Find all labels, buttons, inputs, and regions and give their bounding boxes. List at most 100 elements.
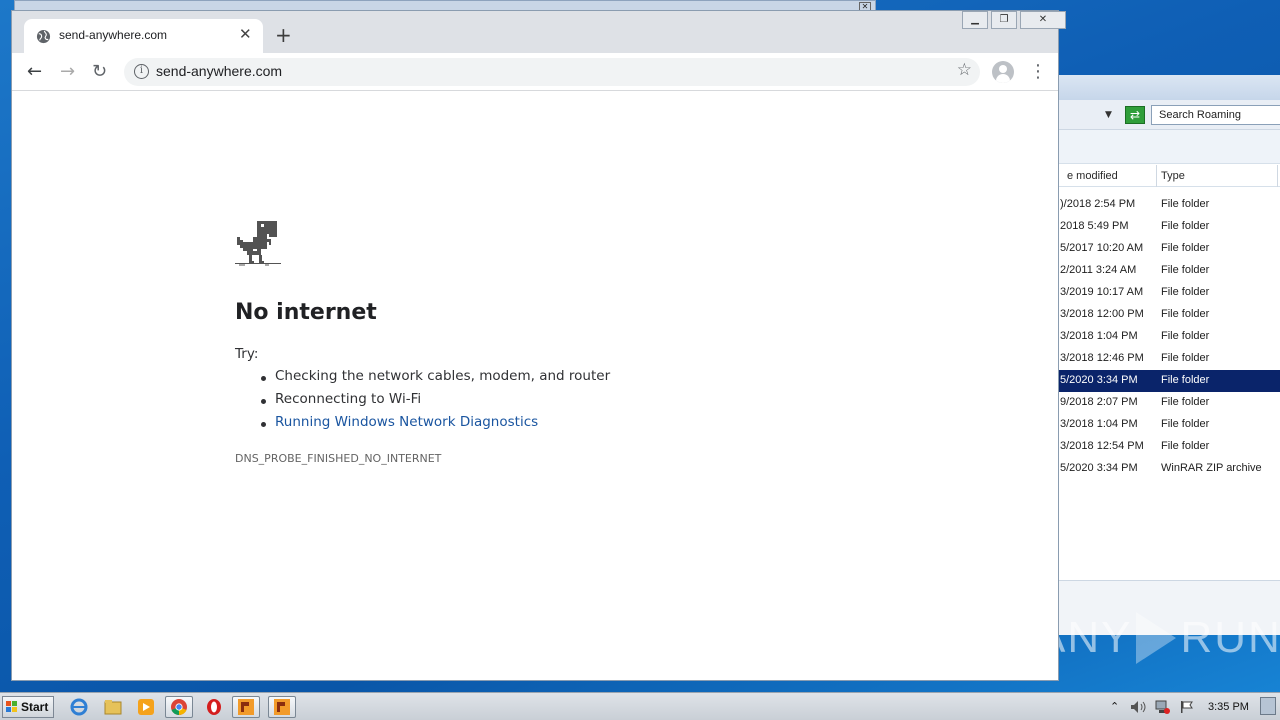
row-date-modified: 5/2017 10:20 AM (1060, 242, 1144, 254)
table-row[interactable]: 5/2020 3:34 PM WinRAR ZIP archive (1041, 458, 1280, 480)
row-type: File folder (1161, 374, 1210, 386)
watermark-right-text: RUN (1180, 613, 1280, 662)
globe-icon (36, 29, 51, 44)
forward-button[interactable]: → (60, 61, 75, 82)
explorer-column-headers: e modified Type (1041, 165, 1280, 187)
site-info-icon[interactable]: i (134, 64, 149, 79)
explorer-toolbar (1041, 130, 1280, 164)
row-type: File folder (1161, 396, 1210, 408)
table-row[interactable]: 2/2011 3:24 AM File folder (1041, 260, 1280, 282)
table-row[interactable]: 5/2020 3:34 PM File folder (1041, 370, 1280, 392)
row-date-modified: 5/2020 3:34 PM (1060, 374, 1138, 386)
row-type: File folder (1161, 220, 1210, 232)
reload-button[interactable]: ↻ (92, 61, 107, 82)
column-divider[interactable] (1156, 165, 1157, 187)
row-type: File folder (1161, 330, 1210, 342)
column-date-modified[interactable]: e modified (1067, 170, 1157, 182)
chrome-icon (171, 699, 187, 716)
internet-explorer-taskbar-icon[interactable] (65, 696, 93, 718)
explorer-search-input[interactable]: Search Roaming (1151, 105, 1280, 125)
row-date-modified: 3/2019 10:17 AM (1060, 286, 1144, 298)
row-date-modified: 3/2018 12:00 PM (1060, 308, 1144, 320)
close-window-button[interactable]: ✕ (1020, 11, 1066, 29)
clock[interactable]: 3:35 PM (1208, 701, 1249, 713)
row-type: File folder (1161, 440, 1210, 452)
row-date-modified: 2018 5:49 PM (1060, 220, 1129, 232)
table-row[interactable]: 3/2018 1:04 PM File folder (1041, 326, 1280, 348)
avatar-body (996, 74, 1010, 83)
row-date-modified: 3/2018 12:46 PM (1060, 352, 1144, 364)
table-row[interactable]: 3/2018 1:04 PM File folder (1041, 414, 1280, 436)
show-desktop-button[interactable] (1260, 697, 1276, 715)
media-player-icon (138, 699, 154, 715)
media-player-taskbar-icon[interactable] (132, 696, 160, 718)
avatar-head (999, 65, 1007, 73)
table-row[interactable]: 3/2018 12:54 PM File folder (1041, 436, 1280, 458)
start-button[interactable]: Start (2, 696, 54, 718)
row-type: File folder (1161, 352, 1210, 364)
windows-logo-icon (6, 701, 18, 713)
row-type: File folder (1161, 242, 1210, 254)
table-row[interactable]: 3/2018 12:46 PM File folder (1041, 348, 1280, 370)
back-button[interactable]: ← (27, 61, 42, 82)
browser-toolbar: ← → ↻ i send-anywhere.com ☆ ⋮ (12, 53, 1058, 91)
app-taskbar-icon-1[interactable] (232, 696, 260, 718)
browser-menu-icon[interactable]: ⋮ (1029, 61, 1047, 82)
refresh-icon[interactable]: ⇄ (1125, 106, 1145, 124)
app-icon (238, 699, 254, 715)
suggestion-text: Checking the network cables, modem, and … (275, 368, 611, 384)
address-bar[interactable]: i send-anywhere.com ☆ (124, 58, 980, 86)
new-tab-button[interactable]: + (275, 23, 292, 47)
table-row[interactable]: 3/2019 10:17 AM File folder (1041, 282, 1280, 304)
volume-icon[interactable] (1130, 700, 1146, 717)
explorer-window: ▼ ⇄ Search Roaming e modified Type )/201… (1040, 75, 1280, 635)
tab-title: send-anywhere.com (59, 28, 168, 42)
tab-strip: send-anywhere.com ✕ + ▁ ❐ ✕ (12, 11, 1066, 53)
table-row[interactable]: 9/2018 2:07 PM File folder (1041, 392, 1280, 414)
restore-button[interactable]: ❐ (991, 11, 1017, 29)
row-type: File folder (1161, 286, 1210, 298)
app-taskbar-icon-2[interactable] (268, 696, 296, 718)
suggestion-text: Reconnecting to Wi-Fi (275, 391, 422, 407)
profile-avatar-icon[interactable] (992, 61, 1014, 83)
explorer-file-list: )/2018 2:54 PM File folder 2018 5:49 PM Fil… (1041, 194, 1280, 480)
row-date-modified: 2/2011 3:24 AM (1060, 264, 1137, 276)
column-divider[interactable] (1277, 165, 1278, 187)
row-type: File folder (1161, 308, 1210, 320)
folder-icon (104, 700, 122, 715)
url-text[interactable]: send-anywhere.com (156, 63, 282, 79)
opera-icon (207, 699, 221, 715)
tray-expand-icon[interactable]: ⌃ (1110, 700, 1119, 713)
page-content: No internet Try: Checking the network ca… (12, 92, 1058, 680)
tab-send-anywhere[interactable]: send-anywhere.com ✕ (24, 19, 263, 53)
table-row[interactable]: 5/2017 10:20 AM File folder (1041, 238, 1280, 260)
explorer-address-bar: ▼ ⇄ Search Roaming (1041, 100, 1280, 130)
tab-close-icon[interactable]: ✕ (239, 25, 252, 43)
chrome-window: send-anywhere.com ✕ + ▁ ❐ ✕ ← → ↻ i send… (11, 10, 1066, 681)
anyrun-watermark: ANY RUN (1036, 606, 1280, 670)
taskbar: Start ⌃ 3:35 PM (0, 692, 1280, 720)
network-diagnostics-link[interactable]: Running Windows Network Diagnostics (275, 414, 538, 430)
row-type: File folder (1161, 198, 1210, 210)
table-row[interactable]: 3/2018 12:00 PM File folder (1041, 304, 1280, 326)
opera-taskbar-icon[interactable] (200, 696, 228, 718)
error-code: DNS_PROBE_FINISHED_NO_INTERNET (235, 452, 442, 465)
row-date-modified: 5/2020 3:34 PM (1060, 462, 1138, 474)
column-type[interactable]: Type (1161, 170, 1185, 182)
bookmark-star-icon[interactable]: ☆ (957, 60, 972, 80)
table-row[interactable]: )/2018 2:54 PM File folder (1041, 194, 1280, 216)
suggestion-item: Checking the network cables, modem, and … (260, 368, 611, 391)
minimize-button[interactable]: ▁ (962, 11, 988, 29)
table-row[interactable]: 2018 5:49 PM File folder (1041, 216, 1280, 238)
action-center-flag-icon[interactable] (1180, 700, 1194, 717)
address-dropdown-icon[interactable]: ▼ (1105, 110, 1112, 120)
network-icon[interactable] (1154, 700, 1170, 717)
suggestion-item: Running Windows Network Diagnostics (260, 414, 610, 437)
explorer-titlebar (1041, 75, 1280, 100)
suggestion-list: Checking the network cables, modem, and … (260, 368, 611, 437)
row-type: File folder (1161, 418, 1210, 430)
chrome-taskbar-icon[interactable] (165, 696, 193, 718)
file-explorer-taskbar-icon[interactable] (99, 696, 127, 718)
error-heading: No internet (235, 300, 377, 325)
row-date-modified: 9/2018 2:07 PM (1060, 396, 1138, 408)
